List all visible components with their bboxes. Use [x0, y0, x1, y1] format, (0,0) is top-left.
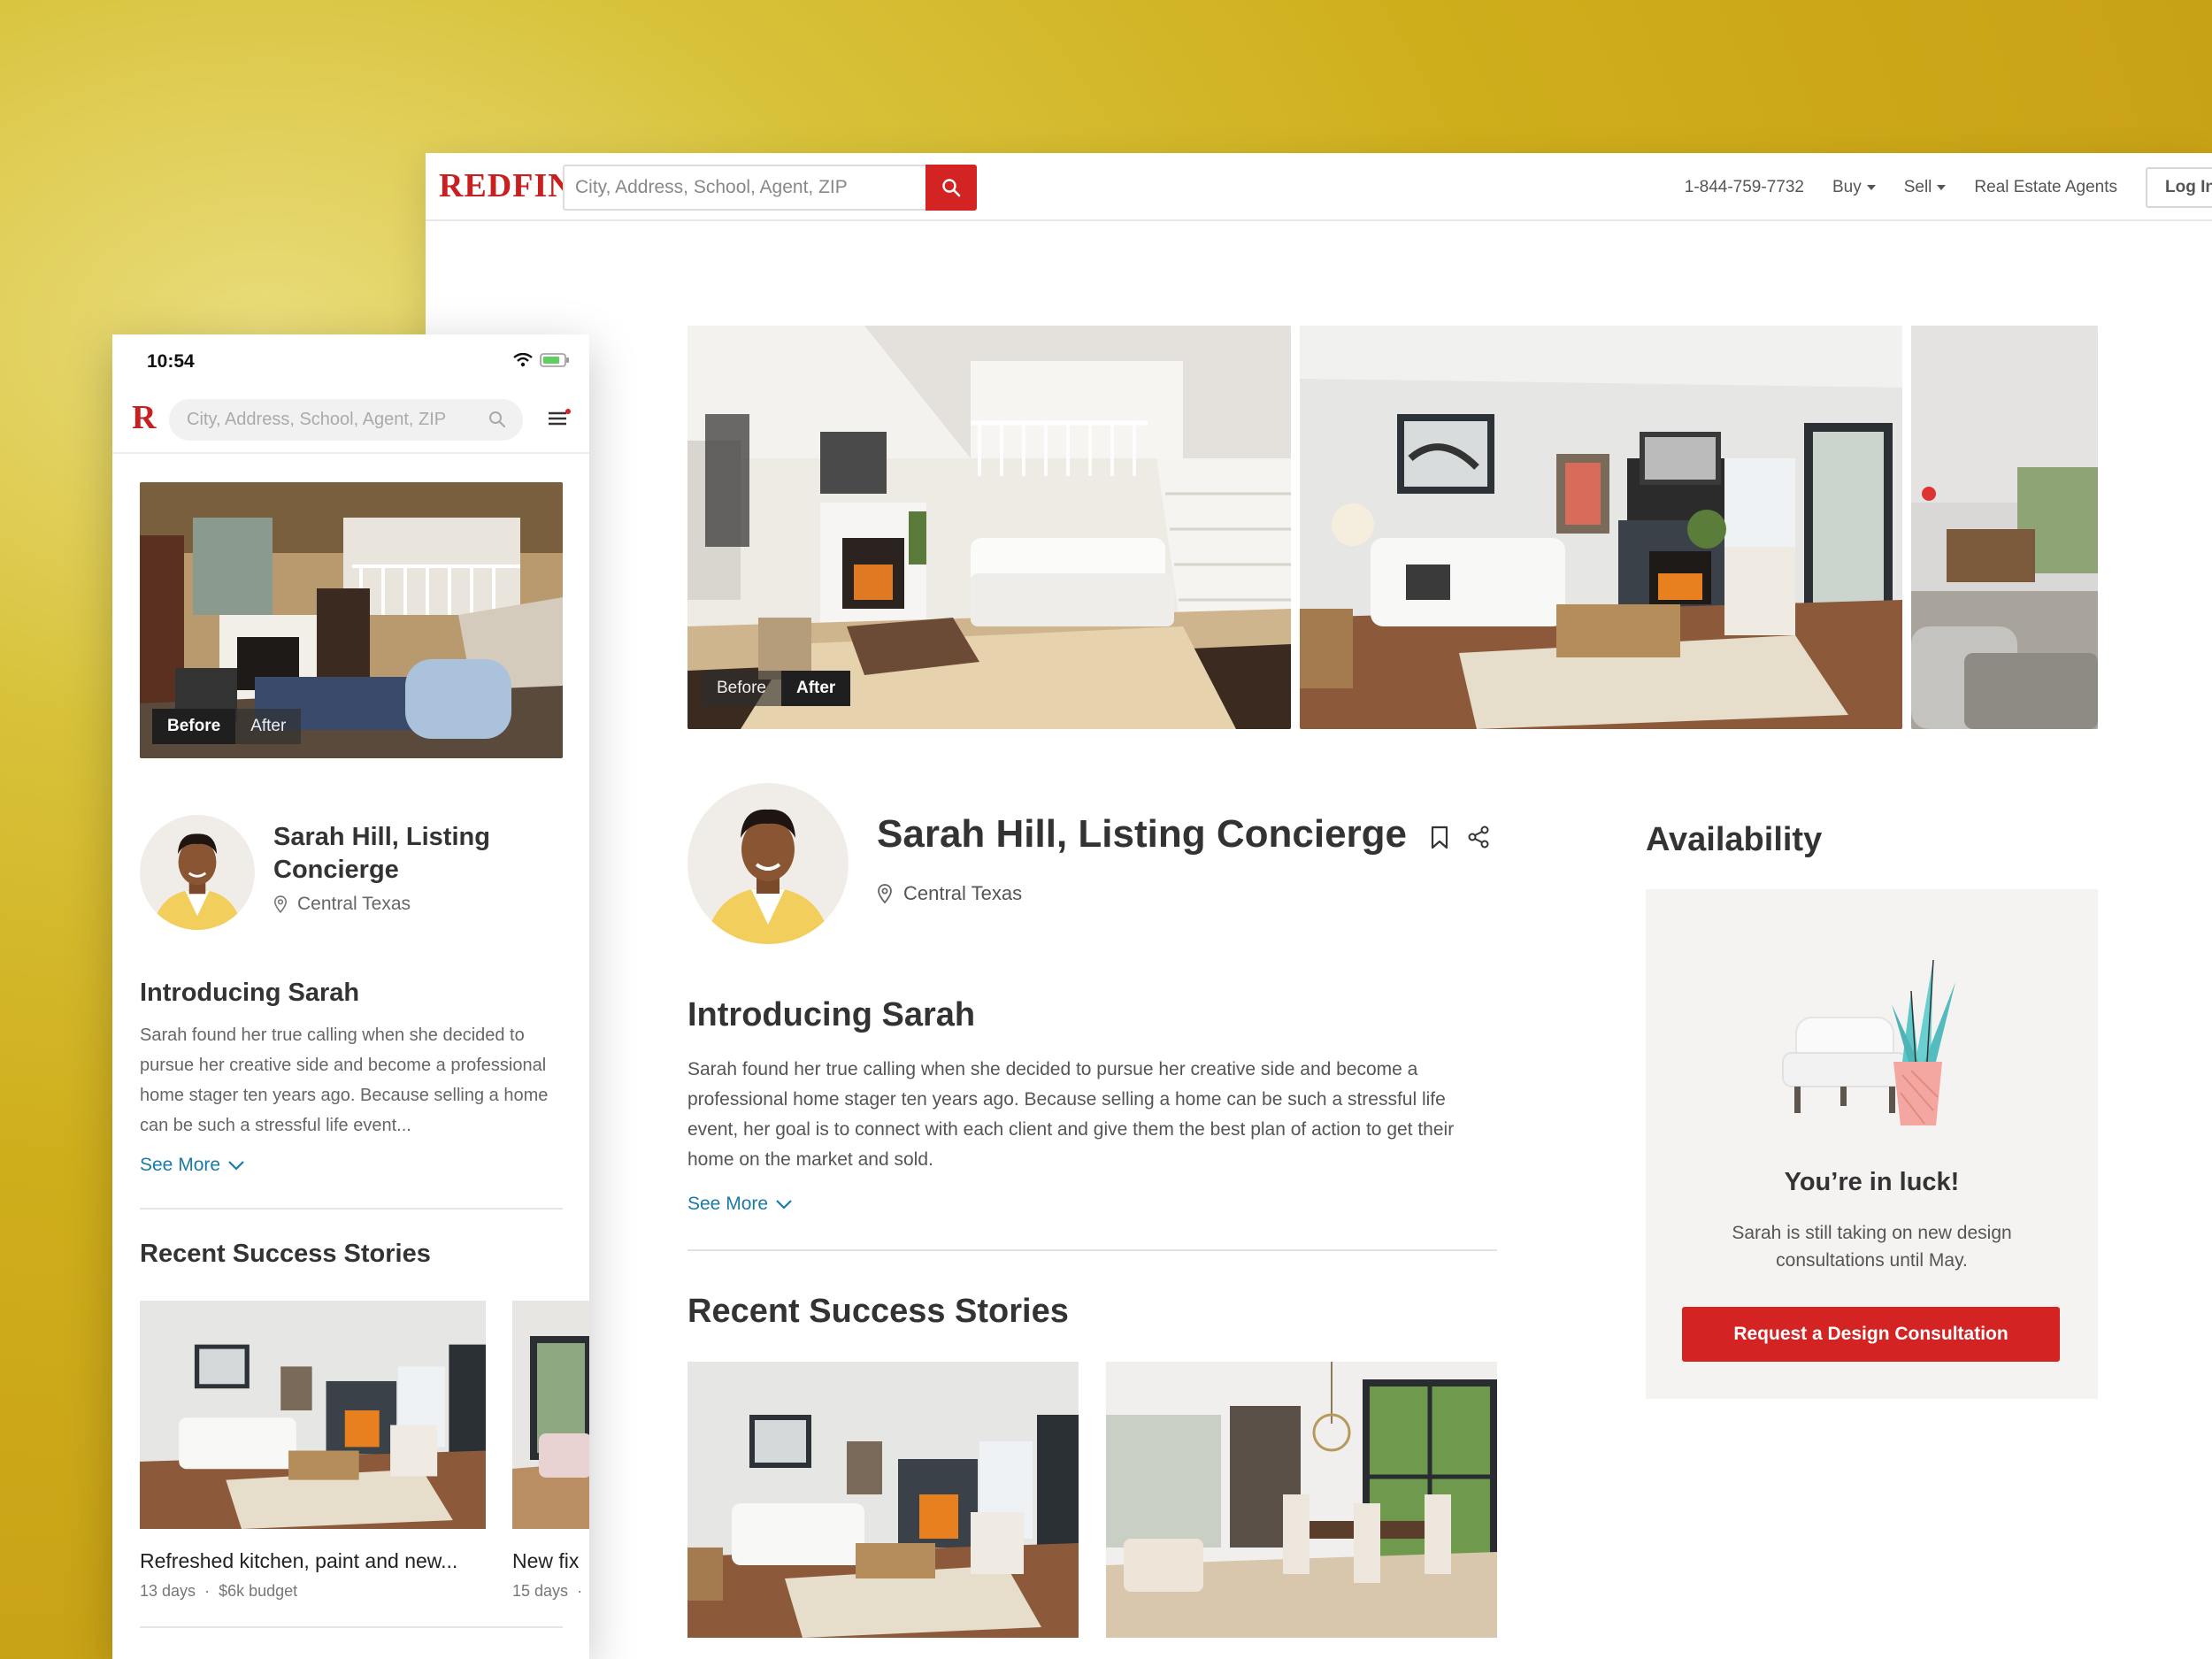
nav-agents[interactable]: Real Estate Agents [1974, 178, 2117, 197]
stories-heading: Recent Success Stories [687, 1293, 1069, 1330]
profile-location-label: Central Texas [297, 894, 411, 914]
story-photo [140, 1301, 486, 1529]
profile-location-label: Central Texas [903, 882, 1023, 904]
staged-living-room-photo [1300, 326, 1902, 729]
phone-link[interactable]: 1-844-759-7732 [1685, 178, 1804, 197]
nav-sell[interactable]: Sell [1904, 178, 1947, 197]
story-card[interactable] [687, 1362, 1079, 1638]
nav-buy-label: Buy [1832, 177, 1862, 196]
profile-name: Sarah Hill, Listing Concierge [877, 812, 1408, 856]
availability-headline: You’re in luck! [1784, 1168, 1960, 1196]
menu-icon[interactable] [547, 409, 572, 428]
search-icon[interactable] [488, 410, 507, 429]
before-tab[interactable]: Before [152, 709, 236, 744]
chair-plant-illustration [1782, 959, 1955, 1125]
story-card[interactable] [512, 1301, 589, 1529]
story-budget: $6k budget [219, 1582, 298, 1600]
gallery-photo[interactable] [1300, 326, 1902, 729]
story-meta: 15 days · [512, 1582, 582, 1601]
chevron-down-icon [228, 1161, 244, 1171]
availability-heading: Availability [1646, 821, 1823, 858]
search-input[interactable] [563, 165, 927, 211]
story-days: 15 days [512, 1582, 569, 1600]
nav-sell-label: Sell [1903, 177, 1932, 196]
status-icons [513, 353, 570, 367]
see-more-label: See More [687, 1194, 769, 1214]
story-card[interactable] [140, 1301, 486, 1529]
search-icon [942, 179, 961, 197]
intro-bio: Sarah found her true calling when she de… [140, 1025, 549, 1135]
chevron-down-icon [776, 1200, 792, 1210]
divider [140, 1626, 563, 1628]
avatar [687, 783, 849, 944]
story-photo [512, 1301, 589, 1529]
story-photo [687, 1362, 1079, 1638]
profile-actions [1430, 826, 1490, 850]
wifi-icon [513, 353, 533, 367]
separator-dot: · [572, 1582, 583, 1600]
search-input[interactable] [169, 399, 523, 441]
gallery-photo[interactable] [1911, 326, 2098, 729]
status-bar: 10:54 [112, 334, 589, 388]
before-after-toggle: Before After [152, 709, 302, 744]
search-button[interactable] [926, 165, 977, 211]
see-more-link[interactable]: See More [140, 1155, 245, 1176]
top-nav: REDFIN 1-844-759-7732 Buy Sell Real Esta… [426, 153, 2212, 221]
intro-bio: Sarah found her true calling when she de… [687, 1059, 1455, 1170]
mobile-header: R [112, 388, 589, 454]
availability-card: You’re in luck! Sarah is still taking on… [1646, 889, 2098, 1399]
stories-heading: Recent Success Stories [140, 1240, 431, 1268]
profile-location: Central Texas [273, 894, 411, 915]
login-button[interactable]: Log In [2146, 166, 2212, 208]
desktop-window: REDFIN 1-844-759-7732 Buy Sell Real Esta… [426, 153, 2212, 1659]
location-pin-icon [878, 884, 892, 903]
avatar-photo [140, 815, 255, 930]
avatar [140, 815, 255, 930]
before-after-photo[interactable]: Before After [687, 326, 1291, 729]
story-days: 13 days [140, 1582, 196, 1600]
story-meta: 13 days · $6k budget [140, 1582, 297, 1601]
divider [687, 1249, 1497, 1251]
profile-name: Sarah Hill, Listing Concierge [273, 823, 490, 884]
before-after-toggle: Before After [702, 671, 851, 706]
before-after-photo[interactable]: Before After [140, 482, 563, 758]
see-more-link[interactable]: See More [687, 1194, 793, 1215]
location-pin-icon [273, 895, 288, 913]
mobile-search [169, 399, 523, 441]
living-room-photo [687, 326, 1291, 729]
before-tab[interactable]: Before [702, 671, 781, 706]
mobile-window: 10:54 R Bef [112, 334, 589, 1659]
story-title[interactable]: Refreshed kitchen, paint and new... [140, 1549, 457, 1573]
status-time: 10:54 [147, 351, 195, 372]
availability-message: Sarah is still taking on new design cons… [1732, 1223, 2012, 1271]
battery-icon [540, 353, 569, 367]
story-title[interactable]: New fix [512, 1549, 579, 1573]
chevron-down-icon [1866, 184, 1876, 190]
story-photo [1106, 1362, 1497, 1638]
chevron-down-icon [1937, 184, 1947, 190]
photo-carousel[interactable]: Before After [687, 326, 2098, 729]
redfin-logo[interactable]: REDFIN [439, 166, 573, 205]
bookmark-icon[interactable] [1430, 826, 1449, 850]
request-consultation-button[interactable]: Request a Design Consultation [1682, 1307, 2060, 1362]
profile-location: Central Texas [877, 882, 1022, 905]
intro-heading: Introducing Sarah [687, 996, 976, 1033]
after-tab[interactable]: After [780, 671, 851, 706]
see-more-label: See More [140, 1155, 221, 1175]
divider [140, 1208, 563, 1210]
nav-buy[interactable]: Buy [1832, 178, 1876, 197]
after-tab[interactable]: After [235, 709, 302, 744]
story-card[interactable] [1106, 1362, 1497, 1638]
intro-heading: Introducing Sarah [140, 979, 360, 1007]
dining-room-photo [1911, 326, 2098, 729]
avatar-photo [687, 783, 849, 944]
share-icon[interactable] [1467, 826, 1490, 849]
redfin-logo[interactable]: R [132, 398, 156, 437]
separator-dot: · [200, 1582, 219, 1600]
nav-links: 1-844-759-7732 Buy Sell Real Estate Agen… [1685, 153, 2212, 221]
